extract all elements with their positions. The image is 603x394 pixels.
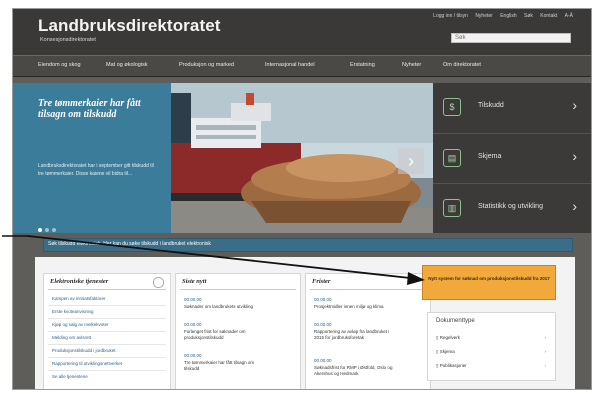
annotation-arrow — [2, 235, 425, 285]
